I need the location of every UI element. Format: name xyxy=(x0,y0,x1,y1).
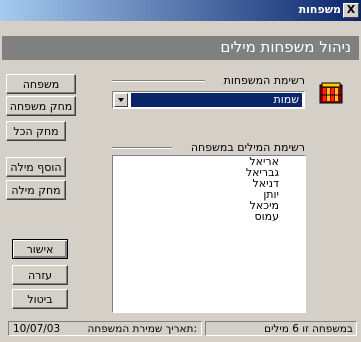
save-date-value: 10/07/03 xyxy=(13,323,61,335)
words-divider xyxy=(112,147,172,149)
words-label: רשימת המילים במשפחה xyxy=(190,141,305,154)
cancel-button[interactable]: ביטול xyxy=(12,289,68,309)
word-count: במשפחה זו 6 מילים xyxy=(264,323,353,335)
page-title: ניהול משפחות מילים xyxy=(220,38,351,56)
words-list[interactable]: אריאל גבריאל דניאל יותן מיכאל עמוס xyxy=(112,155,306,313)
word-count-status: במשפחה זו 6 מילים xyxy=(205,321,357,336)
add-word-button[interactable]: הוסף מילה xyxy=(6,157,66,177)
header-banner: ניהול משפחות מילים xyxy=(2,36,359,60)
new-family-button[interactable]: משפחה חדשה xyxy=(6,74,76,111)
families-label: רשימת המשפחות xyxy=(223,74,305,87)
book-shelf-icon xyxy=(319,82,343,104)
save-date-status: תאריך שמירת המשפחה: 10/07/03 xyxy=(8,321,202,336)
help-button[interactable]: עזרה xyxy=(12,265,68,285)
window-title: משפחות xyxy=(298,3,341,16)
close-icon[interactable]: X xyxy=(343,3,359,18)
title-bar[interactable]: X משפחות xyxy=(0,0,361,21)
delete-word-button[interactable]: מחק מילה xyxy=(6,180,66,200)
chevron-down-icon[interactable] xyxy=(114,93,128,107)
ok-button[interactable]: אישור xyxy=(12,239,68,259)
family-select-value: שמות xyxy=(131,93,302,107)
families-divider xyxy=(112,80,205,82)
delete-all-button[interactable]: מחק הכל xyxy=(6,121,66,141)
family-select[interactable]: שמות xyxy=(112,91,305,109)
list-item[interactable]: עמוס xyxy=(113,211,305,222)
families-dialog: X משפחות ניהול משפחות מילים רשימת המשפחו… xyxy=(0,0,361,342)
save-date-label: תאריך שמירת המשפחה: xyxy=(87,323,197,335)
delete-family-button[interactable]: מחק משפחה xyxy=(6,96,76,116)
